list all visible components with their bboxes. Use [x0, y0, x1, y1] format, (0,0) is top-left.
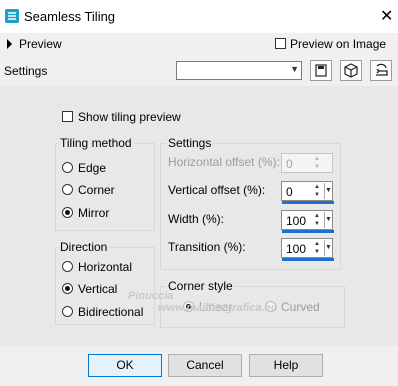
preset-combo[interactable]: ▼: [176, 61, 302, 80]
seamless-tiling-icon: [5, 9, 19, 23]
radio-edge[interactable]: [62, 162, 73, 173]
width-label: Width (%):: [168, 212, 225, 226]
chevron-down-icon[interactable]: ▼: [324, 183, 332, 199]
vertical-label[interactable]: Vertical: [78, 282, 117, 296]
direction-title: Direction: [58, 240, 110, 254]
show-tiling-preview-label[interactable]: Show tiling preview: [78, 110, 181, 124]
vertical-offset-input[interactable]: 0 ▲ ▼ ▼: [281, 181, 334, 204]
preview-on-image-label[interactable]: Preview on Image: [290, 37, 386, 51]
transition-value[interactable]: 100: [286, 242, 306, 256]
cancel-button[interactable]: Cancel: [168, 354, 242, 377]
radio-corner[interactable]: [62, 184, 73, 195]
expand-preview-icon[interactable]: [7, 39, 12, 49]
watermark-line2: www.maidiregrafica.eu: [158, 302, 278, 314]
watermark: Pinuccia www.maidiregrafica.eu: [128, 290, 277, 314]
stepper-icon[interactable]: ▲ ▼: [312, 212, 322, 228]
window-title: Seamless Tiling: [24, 9, 116, 24]
close-icon[interactable]: ✕: [380, 6, 393, 26]
chevron-down-icon[interactable]: ▼: [324, 240, 332, 256]
reset-button[interactable]: [370, 60, 392, 81]
value-slider-bar[interactable]: [282, 201, 334, 204]
stepper-icon: ▲ ▼: [314, 156, 320, 170]
value-slider-bar[interactable]: [282, 230, 334, 233]
help-button[interactable]: Help: [249, 354, 323, 377]
curved-label: Curved: [281, 300, 320, 314]
chevron-down-icon[interactable]: ▼: [324, 212, 332, 228]
radio-bidirectional[interactable]: [62, 306, 73, 317]
horizontal-offset-label: Horizontal offset (%):: [168, 155, 280, 169]
vertical-offset-value[interactable]: 0: [286, 185, 293, 199]
settings-label: Settings: [4, 64, 48, 78]
ok-button[interactable]: OK: [88, 354, 162, 377]
radio-mirror[interactable]: [62, 207, 73, 218]
edge-label[interactable]: Edge: [78, 161, 106, 175]
radio-vertical[interactable]: [62, 283, 73, 294]
stepper-icon[interactable]: ▲ ▼: [312, 240, 322, 256]
value-slider-bar[interactable]: [282, 258, 334, 261]
mirror-label[interactable]: Mirror: [78, 206, 109, 220]
watermark-line1: Pinuccia: [128, 290, 174, 302]
width-value[interactable]: 100: [286, 214, 306, 228]
load-preset-button[interactable]: [340, 60, 362, 81]
settings-group-title: Settings: [166, 136, 214, 150]
tiling-method-title: Tiling method: [58, 136, 134, 150]
transition-input[interactable]: 100 ▲ ▼ ▼: [281, 238, 334, 261]
horizontal-offset-value: 0: [286, 157, 293, 171]
horizontal-offset-input: 0 ▲ ▼: [281, 153, 333, 173]
vertical-offset-label: Vertical offset (%):: [168, 183, 266, 197]
corner-label[interactable]: Corner: [78, 183, 115, 197]
width-input[interactable]: 100 ▲ ▼ ▼: [281, 210, 334, 233]
stepper-icon[interactable]: ▲ ▼: [312, 183, 322, 199]
chevron-down-icon[interactable]: ▼: [290, 64, 299, 74]
preview-label[interactable]: Preview: [19, 37, 62, 51]
save-preset-icon: [315, 64, 327, 77]
save-preset-button[interactable]: [310, 60, 332, 81]
reset-icon: [376, 63, 388, 76]
preview-on-image-checkbox[interactable]: [275, 38, 286, 49]
radio-horizontal[interactable]: [62, 261, 73, 272]
load-preset-icon: [344, 63, 358, 78]
show-tiling-preview-checkbox[interactable]: [62, 111, 73, 122]
transition-label: Transition (%):: [168, 240, 246, 254]
horizontal-label[interactable]: Horizontal: [78, 260, 132, 274]
